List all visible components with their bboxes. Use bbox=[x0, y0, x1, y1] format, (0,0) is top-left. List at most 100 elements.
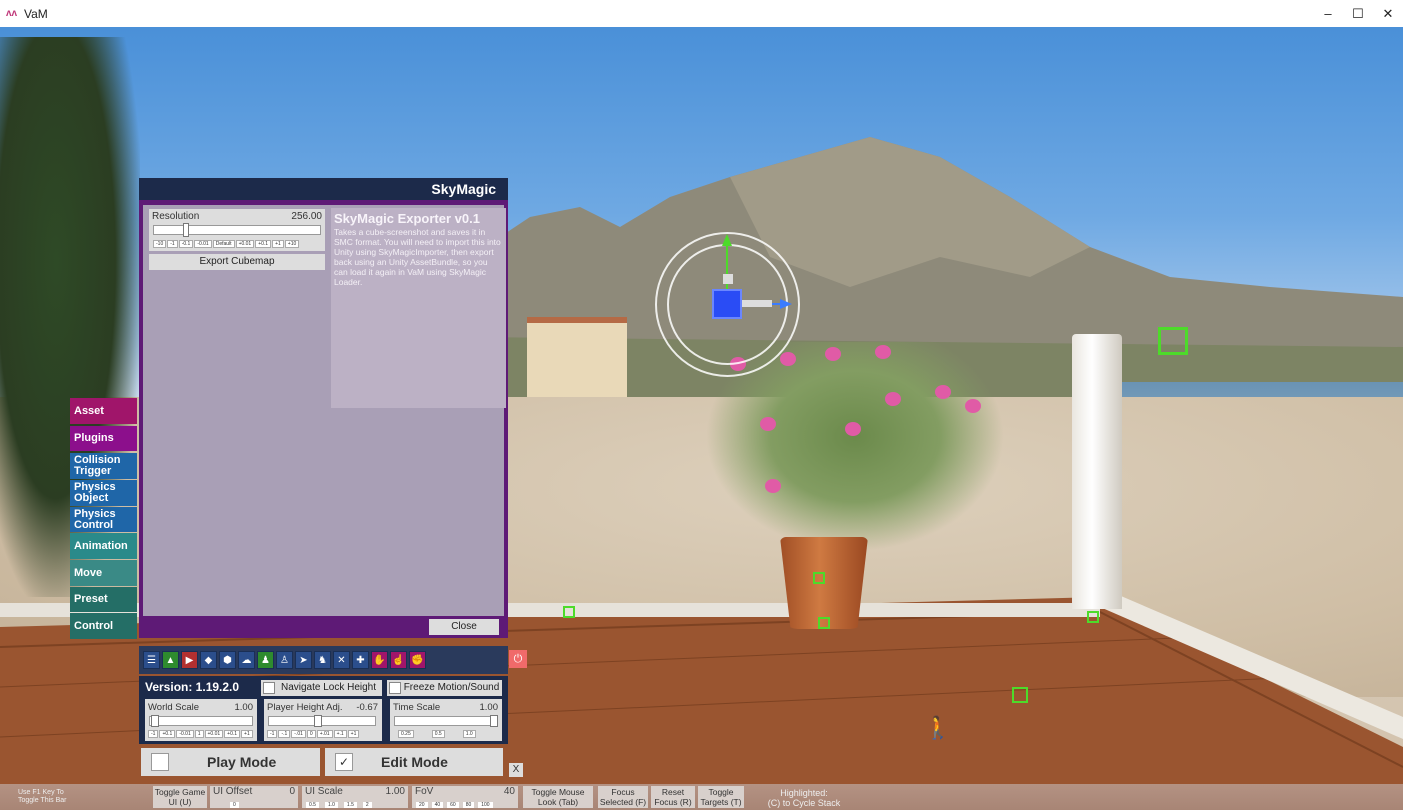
tick-button[interactable]: -.01 bbox=[291, 730, 306, 738]
export-cubemap-button[interactable]: Export Cubemap bbox=[149, 254, 325, 270]
focus-selected-button[interactable]: Focus Selected (F) bbox=[598, 786, 648, 808]
toggle-game-ui-button[interactable]: Toggle Game UI (U) bbox=[153, 786, 207, 808]
toggle-targets-button[interactable]: Toggle Targets (T) bbox=[698, 786, 744, 808]
tick-button[interactable]: 0 bbox=[306, 730, 316, 738]
play-mode-button[interactable]: Play Mode bbox=[141, 748, 320, 776]
resolution-track[interactable] bbox=[153, 225, 321, 235]
target-box[interactable] bbox=[818, 617, 830, 629]
player-height-ticks[interactable]: -1 -.1 -.01 0 +.01 +.1 +1 bbox=[267, 730, 360, 738]
tick-button[interactable]: +0.01 bbox=[204, 730, 224, 738]
tick-button[interactable]: 0.5 bbox=[306, 802, 319, 808]
tick-button[interactable]: +1 bbox=[272, 240, 284, 248]
person-icon[interactable]: ♙ bbox=[276, 651, 293, 669]
checkbox[interactable] bbox=[389, 682, 401, 694]
tick-button[interactable]: -0.01 bbox=[194, 240, 212, 248]
play-mode-checkbox[interactable] bbox=[151, 753, 169, 771]
tick-button[interactable]: +.01 bbox=[316, 730, 333, 738]
close-window-button[interactable]: ✕ bbox=[1373, 0, 1403, 27]
tick-button[interactable]: 80 bbox=[462, 802, 475, 808]
tick-button[interactable]: +10 bbox=[284, 240, 300, 248]
tick-button[interactable]: 1.0 bbox=[462, 730, 476, 738]
tick-button[interactable]: +1 bbox=[347, 730, 360, 738]
player-height-thumb[interactable] bbox=[314, 715, 322, 727]
side-tab-animation[interactable]: Animation bbox=[70, 533, 137, 559]
cloud-icon[interactable]: ☁ bbox=[238, 651, 255, 669]
side-tab-physics-object[interactable]: Physics Object bbox=[70, 480, 137, 506]
edit-mode-check-icon[interactable]: ✓ bbox=[335, 753, 353, 771]
tick-button[interactable]: 100 bbox=[478, 802, 493, 808]
time-scale-thumb[interactable] bbox=[490, 715, 498, 727]
person-settings-icon[interactable]: ♟ bbox=[257, 651, 274, 669]
minimize-button[interactable]: – bbox=[1313, 0, 1343, 27]
navigate-lock-height-toggle[interactable]: Navigate Lock Height bbox=[261, 680, 382, 696]
world-scale-ticks[interactable]: -1 +0.1 -0.01 1 +0.01 +0.1 +1 bbox=[148, 730, 253, 738]
tick-button[interactable]: 60 bbox=[447, 802, 459, 808]
tick-button[interactable]: -10 bbox=[153, 240, 167, 248]
tick-button[interactable]: +0.1 bbox=[224, 730, 241, 738]
tick-button[interactable]: -1 bbox=[167, 240, 178, 248]
target-box[interactable] bbox=[1158, 327, 1188, 355]
player-height-track[interactable] bbox=[268, 716, 376, 726]
tick-button[interactable]: -.1 bbox=[278, 730, 291, 738]
world-scale-track[interactable] bbox=[149, 716, 253, 726]
freeze-motion-toggle[interactable]: Freeze Motion/Sound bbox=[387, 680, 502, 696]
tick-button[interactable]: -0.01 bbox=[176, 730, 194, 738]
power-icon[interactable]: ⏻ bbox=[509, 650, 527, 668]
pointer-hand-icon[interactable]: ☝ bbox=[390, 651, 407, 669]
target-box[interactable] bbox=[1012, 687, 1028, 703]
player-height-slider[interactable]: Player Height Adj. -0.67 -1 -.1 -.01 0 +.01 +… bbox=[264, 699, 382, 741]
tick-button[interactable]: 0.25 bbox=[398, 730, 414, 738]
tick-button[interactable]: 40 bbox=[431, 802, 444, 808]
tick-button[interactable]: 1 bbox=[194, 730, 204, 738]
tick-button[interactable]: -0.1 bbox=[178, 240, 194, 248]
tick-button[interactable]: 0 bbox=[230, 802, 239, 808]
tick-button[interactable]: 2 bbox=[362, 802, 372, 808]
side-tab-collision-trigger[interactable]: Collision Trigger bbox=[70, 453, 137, 479]
tick-button[interactable]: 20 bbox=[416, 802, 428, 808]
ui-scale-slider[interactable]: UI Scale 1.00 0.5 1.0 1.5 2 bbox=[302, 786, 408, 808]
resolution-slider[interactable]: Resolution 256.00 -10 -1 -0.1 -0.01 Default +… bbox=[149, 209, 325, 251]
fov-slider[interactable]: FoV 40 20 40 60 80 100 bbox=[412, 786, 518, 808]
file-icon[interactable]: ▶ bbox=[181, 651, 198, 669]
tick-button[interactable]: +0.1 bbox=[255, 240, 272, 248]
time-scale-track[interactable] bbox=[394, 716, 498, 726]
side-tab-move[interactable]: Move bbox=[70, 560, 137, 586]
tick-button[interactable]: 0.5 bbox=[431, 730, 445, 738]
maximize-button[interactable]: ☐ bbox=[1343, 0, 1373, 27]
time-scale-ticks[interactable]: 0.25 0.5 1.0 bbox=[398, 730, 476, 738]
tick-button[interactable]: 1.5 bbox=[343, 802, 357, 808]
tick-button[interactable]: +0.1 bbox=[159, 730, 176, 738]
plus-icon[interactable]: ✚ bbox=[352, 651, 369, 669]
target-box[interactable] bbox=[813, 572, 825, 584]
people-icon[interactable]: ♞ bbox=[314, 651, 331, 669]
time-scale-slider[interactable]: Time Scale 1.00 0.25 0.5 1.0 bbox=[390, 699, 502, 741]
close-x-button[interactable]: X bbox=[509, 763, 523, 777]
tick-button[interactable]: 1.0 bbox=[324, 802, 338, 808]
ui-offset-slider[interactable]: UI Offset 0 0 bbox=[210, 786, 298, 808]
menu-icon[interactable]: ☰ bbox=[143, 651, 160, 669]
world-scale-slider[interactable]: World Scale 1.00 -1 +0.1 -0.01 1 +0.01 +0.1 +1 bbox=[145, 699, 257, 741]
reset-focus-button[interactable]: Reset Focus (R) bbox=[651, 786, 695, 808]
toggle-mouse-look-button[interactable]: Toggle Mouse Look (Tab) bbox=[523, 786, 593, 808]
tick-button[interactable]: -1 bbox=[267, 730, 278, 738]
player-figure-icon[interactable]: 🚶 bbox=[924, 717, 951, 739]
tick-button[interactable]: +1 bbox=[241, 730, 253, 738]
tick-button[interactable]: +0.01 bbox=[235, 240, 255, 248]
edit-mode-button[interactable]: ✓ Edit Mode bbox=[325, 748, 503, 776]
cursor-icon[interactable]: ➤ bbox=[295, 651, 312, 669]
tick-button[interactable]: Default bbox=[212, 240, 235, 248]
package-icon[interactable]: ⬢ bbox=[219, 651, 236, 669]
resolution-thumb[interactable] bbox=[183, 223, 189, 237]
target-box[interactable] bbox=[1087, 611, 1099, 623]
checkbox[interactable] bbox=[263, 682, 275, 694]
target-box[interactable] bbox=[563, 606, 575, 618]
world-scale-thumb[interactable] bbox=[151, 715, 159, 727]
hand-icon[interactable]: ✋ bbox=[371, 651, 388, 669]
selected-object-handle[interactable] bbox=[712, 289, 742, 319]
tools-icon[interactable]: ✕ bbox=[333, 651, 350, 669]
tick-button[interactable]: +.1 bbox=[333, 730, 347, 738]
side-tab-physics-control[interactable]: Physics Control bbox=[70, 507, 137, 532]
close-panel-button[interactable]: Close bbox=[429, 619, 499, 635]
scene-icon[interactable]: ▲ bbox=[162, 651, 179, 669]
box-icon[interactable]: ◆ bbox=[200, 651, 217, 669]
